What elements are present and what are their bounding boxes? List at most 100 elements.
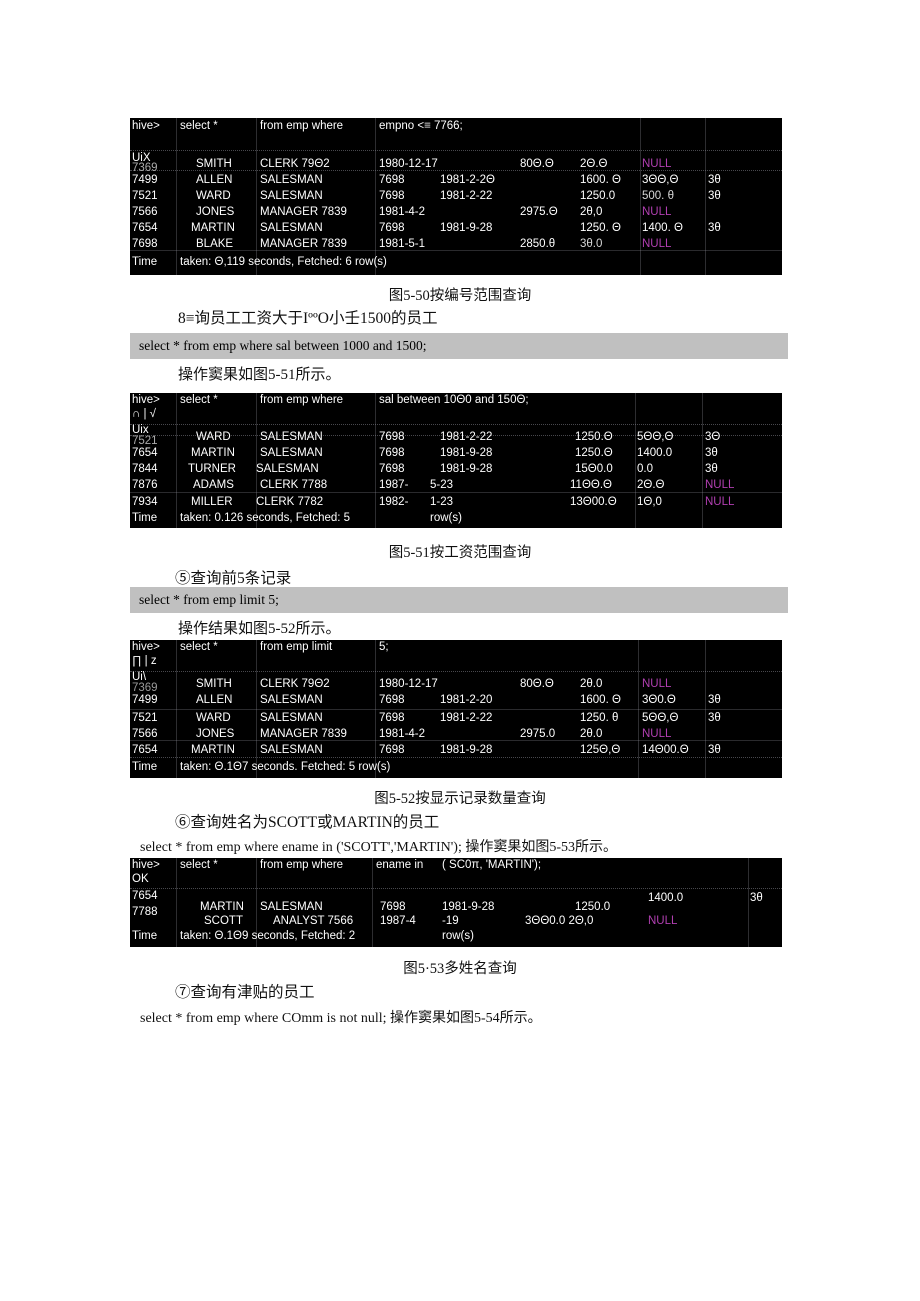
cell-hiredate: 1981-2-20: [440, 694, 493, 706]
cell-deptno: 3θ: [708, 712, 721, 724]
cell-mgr: 1987-4: [380, 915, 416, 927]
cell-job: SALESMAN: [260, 447, 323, 459]
section-heading-7: ⑦查询有津贴的员工: [175, 984, 315, 1001]
cell-comm: 1400. Θ: [642, 222, 683, 234]
cell-deptno: 3θ: [708, 744, 721, 756]
terminal-footer-row: Time taken: Θ.1Θ9 seconds, Fetched: 2 ro…: [130, 930, 782, 947]
cell-job: SALESMAN: [260, 190, 323, 202]
terminal-prompt-row: hive> select * from emp where sal betwee…: [130, 394, 782, 411]
cell-mgr: 7698: [380, 901, 406, 913]
cell-comm: 14Θ00.Θ: [642, 744, 689, 756]
code-text-line-3: select * from emp where ename in ('SCOTT…: [140, 840, 617, 855]
cell-job: MANAGER 7839: [260, 206, 347, 218]
figure-caption-5-50: 图5-50按编号范围查询: [388, 288, 532, 304]
terminal-screenshot-1: hive> select * from emp where empno <≡ 7…: [130, 118, 782, 275]
terminal-status-row: OK: [130, 873, 782, 890]
cell-sal: 3ΘΘ0.0 2Θ,0: [525, 915, 594, 927]
cell-deptno-null: NULL: [642, 238, 672, 250]
cell-empno: 7654: [132, 222, 158, 234]
footer-text: taken: Θ.1Θ7 seconds. Fetched: 5 row(s): [180, 761, 391, 773]
cell-comm: 500. θ: [642, 190, 674, 202]
terminal-screenshot-2: hive> select * from emp where sal betwee…: [130, 393, 782, 528]
cell-ename: WARD: [196, 190, 231, 202]
cell-ename: SMITH: [196, 158, 232, 170]
cell-hiredate: 1981-4-2: [379, 206, 426, 218]
figure-caption-5-53: 图5·53多姓名查询: [403, 961, 517, 977]
cell-hiredate: 5-23: [430, 479, 454, 491]
figure-caption-5-51: 图5-51按工资范围查询: [388, 545, 532, 561]
query-part: select *: [180, 120, 218, 132]
cell-comm: 0.0: [637, 463, 653, 475]
cell-comm-null: NULL: [648, 915, 678, 927]
cell-job: CLERK 7782: [256, 496, 324, 508]
cell-comm: 5ΘΘ,Θ: [637, 431, 674, 443]
footer-text: taken: Θ.1Θ9 seconds, Fetched: 2: [180, 930, 356, 942]
cell-ename: MARTIN: [191, 744, 235, 756]
cell-hiredate: 1981-9-28: [442, 901, 495, 913]
cell-hiredate: 1981-2-22: [440, 431, 493, 443]
ocr-artifact-glyphs: ∏ | z: [132, 655, 157, 667]
cell-sal: 1250.0: [580, 190, 616, 202]
table-row: 7499 ALLEN SALESMAN 7698 1981-2-2Θ 1600.…: [130, 174, 782, 191]
cell-empno: 7698: [132, 238, 158, 250]
table-row: 7698 BLAKE MANAGER 7839 1981-5-1 2850.θ …: [130, 238, 782, 255]
cell-job: SALESMAN: [260, 712, 323, 724]
cell-comm: 1400.0: [637, 447, 673, 459]
cell-hiredate: 1981-2-22: [440, 190, 493, 202]
query-part: from emp limit: [260, 641, 333, 653]
cell-hiredate: 1981-2-22: [440, 712, 493, 724]
cell-hiredate: 1981-4-2: [379, 728, 426, 740]
footer-label: Time: [132, 930, 158, 942]
ocr-artifact-glyphs: ∩ | √: [132, 408, 156, 420]
query-part: select *: [180, 641, 218, 653]
cell-ename: MARTIN: [191, 447, 235, 459]
cell-deptno: 3θ: [708, 174, 721, 186]
document-page: hive> select * from emp where empno <≡ 7…: [0, 0, 920, 1301]
cell-ename: JONES: [196, 728, 235, 740]
cell-hiredate: 1-23: [430, 496, 454, 508]
cell-empno: 7844: [132, 463, 158, 475]
code-snippet-bar-2: select * from emp limit 5;: [130, 587, 788, 613]
cell-ename: TURNER: [188, 463, 236, 475]
cell-ename: SCOTT: [204, 915, 243, 927]
cell-deptno-null: NULL: [642, 206, 672, 218]
cell-mgr: 7698: [379, 712, 405, 724]
footer-text: taken: 0.126 seconds, Fetched: 5: [180, 512, 351, 524]
grid-line: [130, 150, 782, 151]
cell-empno: 7876: [132, 479, 158, 491]
cell-job: SALESMAN: [256, 463, 319, 475]
cell-hiredate: 1980-12-17: [379, 158, 438, 170]
cell-job: CLERK 79Θ2: [260, 678, 330, 690]
shell-prompt: hive>: [132, 859, 160, 871]
table-row: 7876 ADAMS CLERK 7788 1987- 5-23 11ΘΘ.Θ …: [130, 479, 782, 496]
cell-hiredate: 1981-9-28: [440, 463, 493, 475]
terminal-footer-row: Time taken: 0.126 seconds, Fetched: 5 ro…: [130, 512, 782, 528]
status-text: OK: [132, 873, 149, 885]
section-heading-6: ⑥查询姓名为SCOTT或MARTIN的员工: [175, 814, 440, 831]
cell-ename: ALLEN: [196, 694, 233, 706]
table-row: 7566 JONES MANAGER 7839 1981-4-2 2975.Θ …: [130, 206, 782, 223]
cell-sal: 1250.Θ: [575, 447, 613, 459]
table-row: 7566 JONES MANAGER 7839 1981-4-2 2975.0 …: [130, 728, 782, 745]
cell-comm: 1Θ,0: [637, 496, 662, 508]
cell-comm: 2Θ.Θ: [637, 479, 665, 491]
terminal-footer-row: Time taken: Θ,119 seconds, Fetched: 6 ro…: [130, 256, 782, 273]
cell-deptno: 3θ: [705, 463, 718, 475]
cell-sal: 1250. Θ: [580, 222, 621, 234]
cell-sal: 2850.θ: [520, 238, 556, 250]
cell-comm: 2θ.0: [580, 728, 603, 740]
cell-deptno: 3θ: [708, 222, 721, 234]
code-text: select * from emp where sal between 1000…: [139, 338, 427, 353]
cell-hiredate: 1981-9-28: [440, 222, 493, 234]
cell-deptno-null: NULL: [642, 728, 672, 740]
cell-ename: JONES: [196, 206, 235, 218]
cell-hiredate: 1981-9-28: [440, 744, 493, 756]
cell-sal: 13Θ00.Θ: [570, 496, 617, 508]
query-part: ( SC0π, 'MARTIN');: [442, 859, 542, 871]
cell-hiredate: -19: [442, 915, 459, 927]
cell-ename: ADAMS: [193, 479, 234, 491]
cell-deptno-null: NULL: [705, 479, 735, 491]
cell-sal: 11ΘΘ.Θ: [570, 479, 612, 491]
cell-deptno: 3Θ: [705, 431, 721, 443]
cell-comm: 3ΘΘ,Θ: [642, 174, 679, 186]
